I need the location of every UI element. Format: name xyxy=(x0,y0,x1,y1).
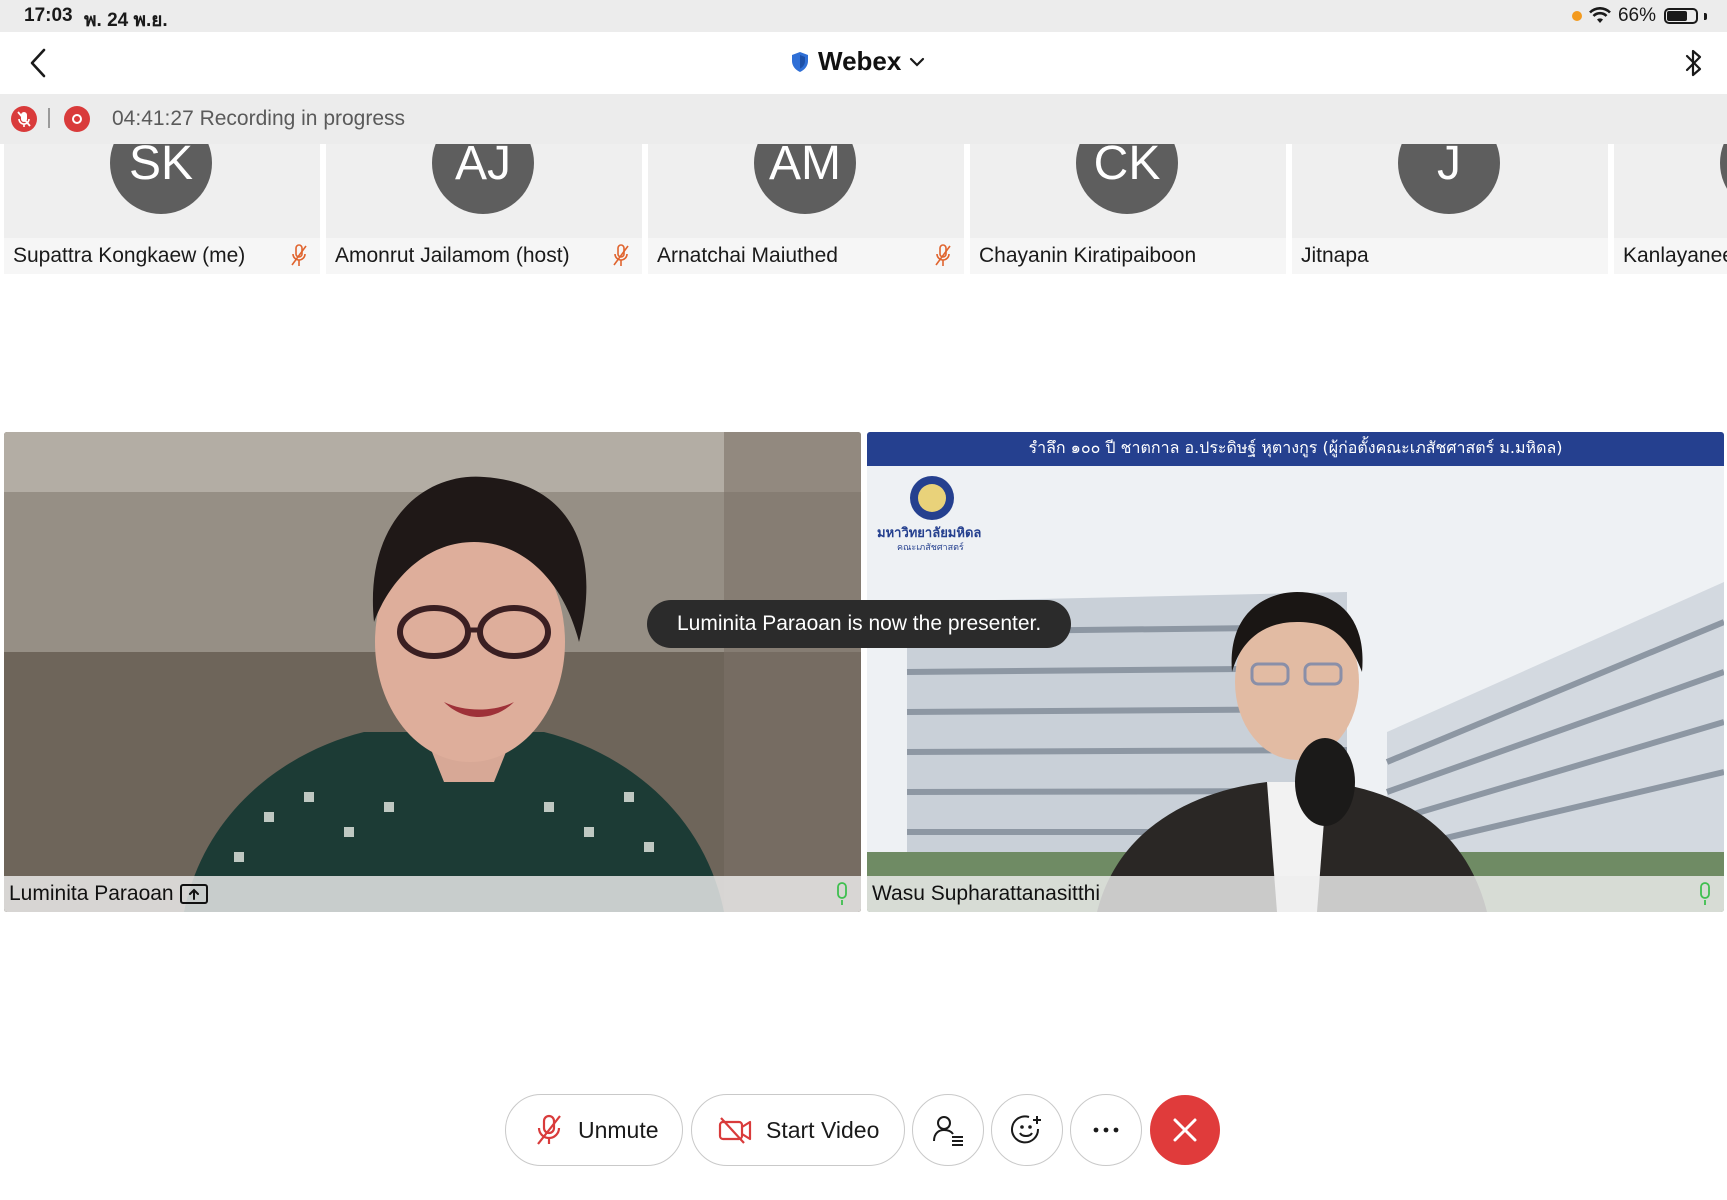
mic-muted-icon xyxy=(935,244,951,266)
participants-button[interactable] xyxy=(912,1094,984,1166)
participants-icon xyxy=(933,1116,963,1146)
event-banner: รำลึก ๑๐๐ ปี ชาตกาล อ.ประดิษฐ์ หุตางกูร … xyxy=(1028,438,1563,457)
battery-tip xyxy=(1704,12,1707,20)
participant-name: Jitnapa xyxy=(1301,244,1369,267)
avatar xyxy=(1720,144,1727,214)
bluetooth-icon[interactable] xyxy=(1681,46,1707,80)
chevron-down-icon xyxy=(910,57,925,67)
battery-percent: 66% xyxy=(1617,5,1656,26)
participant-strip[interactable]: SK Supattra Kongkaew (me) AJ Amonrut Jai… xyxy=(0,144,1727,274)
battery-fill xyxy=(1667,11,1687,21)
divider xyxy=(48,108,50,128)
meeting-title-button[interactable]: Webex xyxy=(790,46,925,77)
participant-tile[interactable]: CK Chayanin Kiratipaiboon xyxy=(970,144,1286,274)
nav-bar: Webex xyxy=(0,32,1727,94)
participant-name: Kanlayanee xyxy=(1623,244,1727,267)
unmute-label: Unmute xyxy=(578,1116,659,1143)
start-video-label: Start Video xyxy=(766,1116,880,1143)
recording-status: 04:41:27 Recording in progress xyxy=(112,107,406,130)
mic-muted-icon xyxy=(11,106,37,132)
participant-tile[interactable]: SK Supattra Kongkaew (me) xyxy=(4,144,320,274)
video-tile-presenter[interactable]: Luminita Paraoan xyxy=(4,432,861,912)
avatar: AJ xyxy=(432,144,534,214)
avatar: SK xyxy=(110,144,212,214)
status-right: 66% xyxy=(1571,5,1707,27)
mic-muted-icon xyxy=(613,244,629,266)
battery-icon xyxy=(1664,8,1698,24)
presenter-name: Luminita Paraoan xyxy=(9,882,174,905)
video-feed xyxy=(4,432,861,912)
share-icon xyxy=(179,884,208,904)
mic-icon xyxy=(837,882,847,905)
status-bar: 17:03 พ. 24 พ.ย. 66% xyxy=(0,0,1727,32)
status-date: พ. 24 พ.ย. xyxy=(84,10,168,31)
mic-muted-icon xyxy=(537,1114,561,1145)
back-icon[interactable] xyxy=(26,46,54,80)
wifi-icon xyxy=(1589,7,1611,23)
webex-meeting-screen: 17:03 พ. 24 พ.ย. 66% Webex 04:41:27 Reco… xyxy=(0,0,1727,1200)
shield-icon xyxy=(792,51,808,72)
reactions-button[interactable] xyxy=(991,1094,1063,1166)
meeting-title: Webex xyxy=(818,46,902,76)
mic-icon xyxy=(1700,882,1710,905)
speaker-name: Wasu Supharattanasitthi xyxy=(872,882,1101,905)
video-name-row: Luminita Paraoan xyxy=(9,882,208,906)
avatar: CK xyxy=(1076,144,1178,214)
participant-name: Chayanin Kiratipaiboon xyxy=(979,244,1197,267)
participant-tile[interactable]: Kanlayanee xyxy=(1614,144,1727,274)
avatar: J xyxy=(1398,144,1500,214)
mic-muted-icon xyxy=(291,244,307,266)
video-tile-speaker[interactable]: รำลึก ๑๐๐ ปี ชาตกาล อ.ประดิษฐ์ หุตางกูร … xyxy=(867,432,1724,912)
participant-name: Arnatchai Maiuthed xyxy=(657,244,838,267)
presenter-toast: Luminita Paraoan is now the presenter. xyxy=(647,600,1072,648)
privacy-dot-icon xyxy=(1571,11,1582,21)
leave-meeting-button[interactable] xyxy=(1150,1095,1220,1165)
faculty-logo-text: คณะเภสัชศาสตร์ xyxy=(897,543,964,553)
avatar: AM xyxy=(754,144,856,214)
reaction-icon xyxy=(1011,1115,1041,1144)
participant-name: Supattra Kongkaew (me) xyxy=(13,244,246,267)
video-name-row: Wasu Supharattanasitthi xyxy=(872,882,1100,906)
participant-name: Amonrut Jailamom (host) xyxy=(335,244,570,267)
start-video-button[interactable]: Start Video xyxy=(691,1094,905,1166)
meeting-controls: Unmute Start Video xyxy=(0,1094,1727,1166)
unmute-button[interactable]: Unmute xyxy=(505,1094,683,1166)
close-icon xyxy=(1173,1118,1197,1142)
more-options-button[interactable] xyxy=(1070,1094,1142,1166)
status-time: 17:03 xyxy=(24,5,73,26)
video-off-icon xyxy=(718,1117,752,1144)
more-icon xyxy=(1093,1127,1119,1133)
recording-bar: 04:41:27 Recording in progress xyxy=(0,94,1727,144)
participant-tile[interactable]: AM Arnatchai Maiuthed xyxy=(648,144,964,274)
record-icon[interactable] xyxy=(64,106,90,132)
video-feed xyxy=(867,432,1724,912)
participant-tile[interactable]: J Jitnapa xyxy=(1292,144,1608,274)
participant-tile[interactable]: AJ Amonrut Jailamom (host) xyxy=(326,144,642,274)
